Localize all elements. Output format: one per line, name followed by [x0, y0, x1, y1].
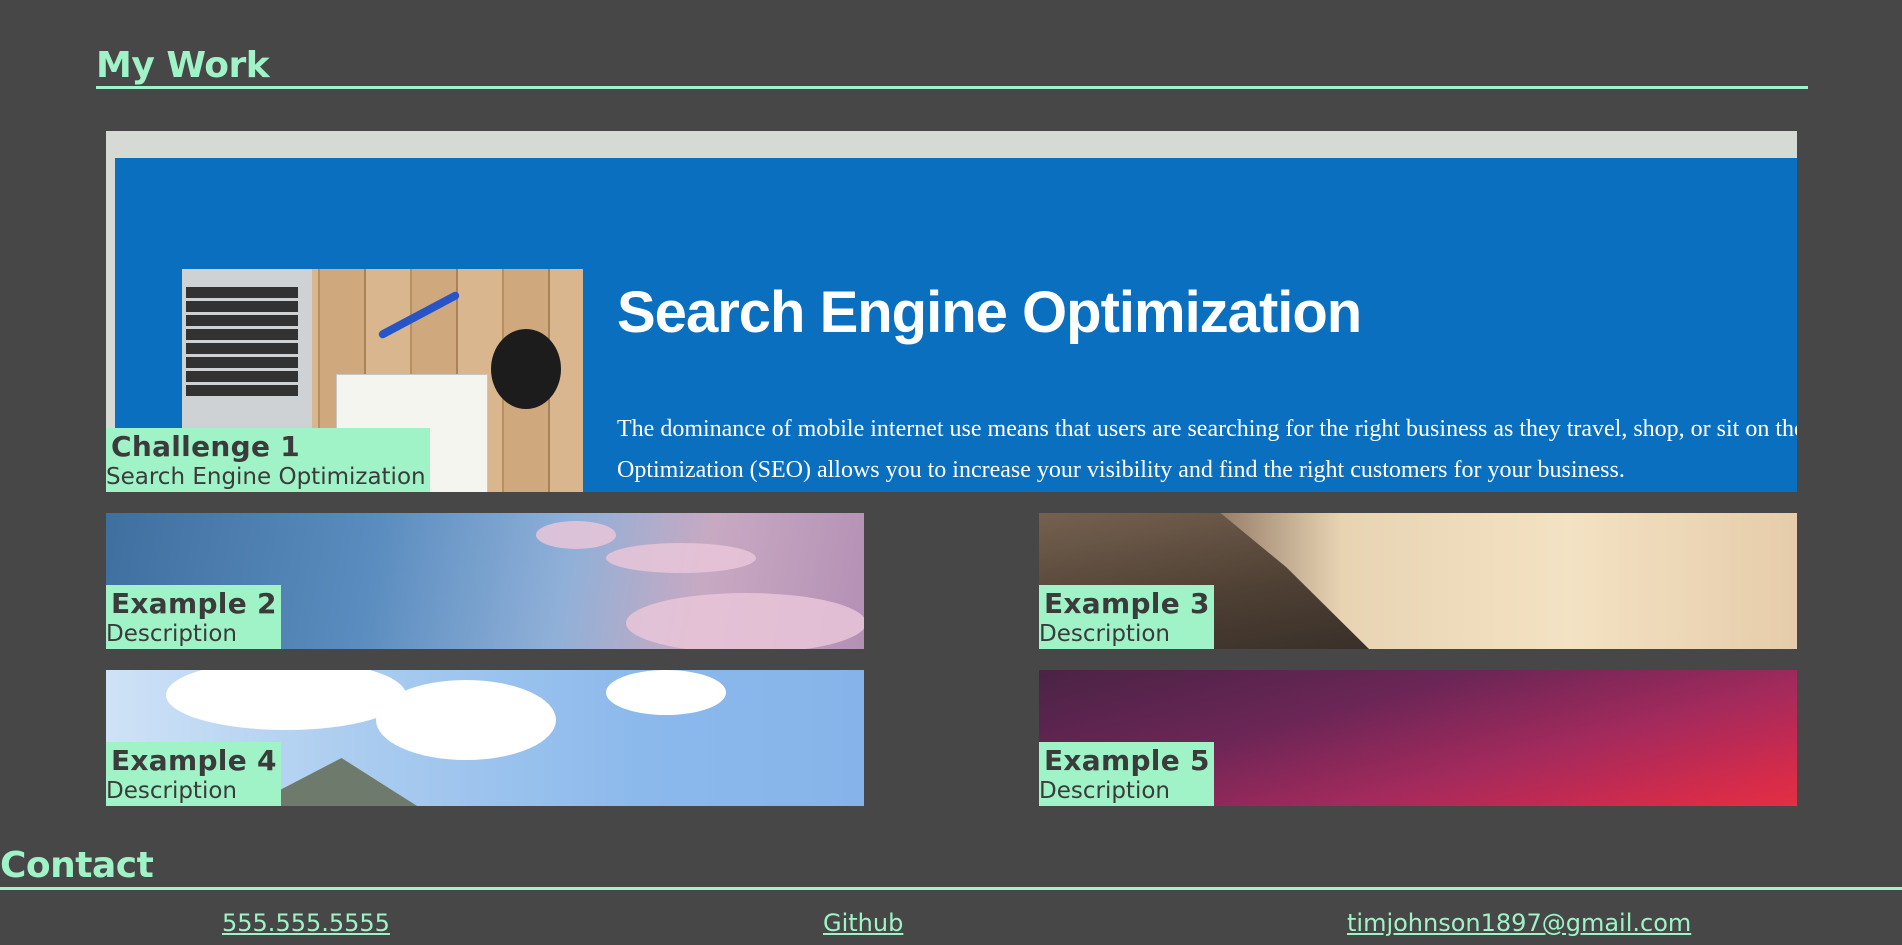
project-card-label: Challenge 1 Search Engine Optimization — [106, 428, 430, 492]
project-card-label: Example 5 Description — [1039, 742, 1214, 806]
project-card-example-5[interactable]: Example 5 Description — [1039, 670, 1797, 806]
cloud-shape — [376, 680, 556, 760]
project-card-example-2[interactable]: Example 2 Description — [106, 513, 864, 649]
seo-banner-body-line-1: The dominance of mobile internet use mea… — [617, 416, 1797, 442]
my-work-divider — [96, 86, 1808, 89]
cloud-shape — [606, 543, 756, 573]
project-card-title: Example 4 — [111, 744, 277, 777]
seo-banner-body-line-2: Optimization (SEO) allows you to increas… — [617, 457, 1625, 483]
project-card-title: Example 2 — [111, 587, 277, 620]
email-link[interactable]: timjohnson1897@gmail.com — [1347, 909, 1691, 937]
project-card-title: Challenge 1 — [111, 430, 301, 463]
project-card-label: Example 4 Description — [106, 742, 281, 806]
keyboard-image — [186, 286, 298, 396]
cloud-shape — [606, 670, 726, 715]
my-work-heading: My Work — [96, 45, 270, 86]
project-card-description: Description — [1039, 778, 1170, 804]
seo-banner-headline: Search Engine Optimization — [617, 280, 1362, 345]
project-card-description: Description — [106, 621, 237, 647]
project-card-label: Example 3 Description — [1039, 585, 1214, 649]
project-card-title: Example 5 — [1044, 744, 1210, 777]
project-card-challenge-1[interactable]: Search Engine Optimization The dominance… — [106, 131, 1797, 492]
seo-banner-body: The dominance of mobile internet use mea… — [617, 409, 1797, 491]
project-card-description: Description — [106, 778, 237, 804]
contact-divider — [0, 887, 1902, 890]
project-card-title: Example 3 — [1044, 587, 1210, 620]
cloud-shape — [166, 670, 406, 730]
pencil-cup-image — [491, 329, 561, 409]
github-link[interactable]: Github — [823, 909, 903, 937]
cloud-shape — [536, 521, 616, 549]
project-card-description: Search Engine Optimization — [106, 464, 426, 490]
phone-link[interactable]: 555.555.5555 — [222, 909, 390, 937]
project-card-example-4[interactable]: Example 4 Description — [106, 670, 864, 806]
project-card-label: Example 2 Description — [106, 585, 281, 649]
contact-heading: Contact — [0, 845, 154, 886]
cloud-shape — [626, 593, 864, 649]
project-card-description: Description — [1039, 621, 1170, 647]
project-card-example-3[interactable]: Example 3 Description — [1039, 513, 1797, 649]
